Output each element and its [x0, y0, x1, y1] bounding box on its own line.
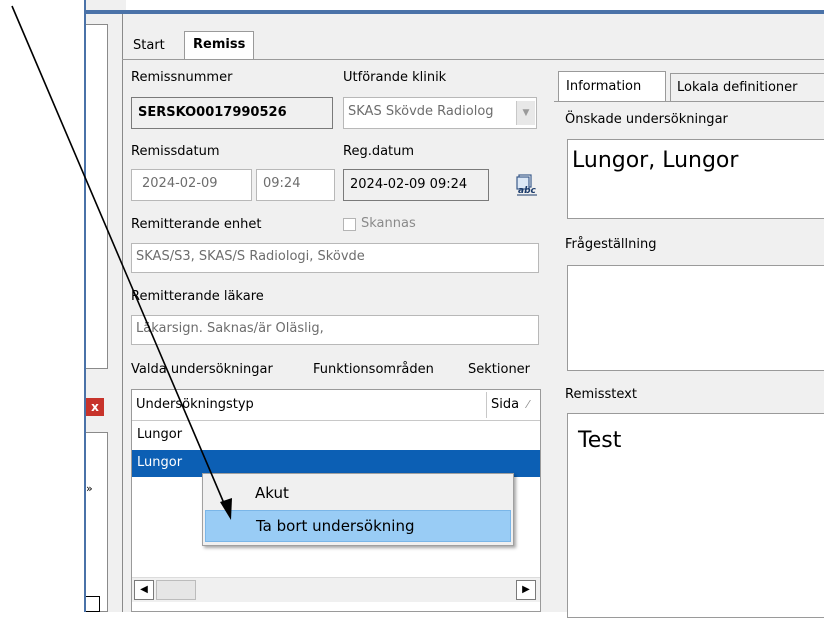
annotation-arrow-line — [11, 5, 227, 509]
annotation-arrow — [11, 5, 232, 520]
annotation-arrow-head — [220, 498, 232, 520]
